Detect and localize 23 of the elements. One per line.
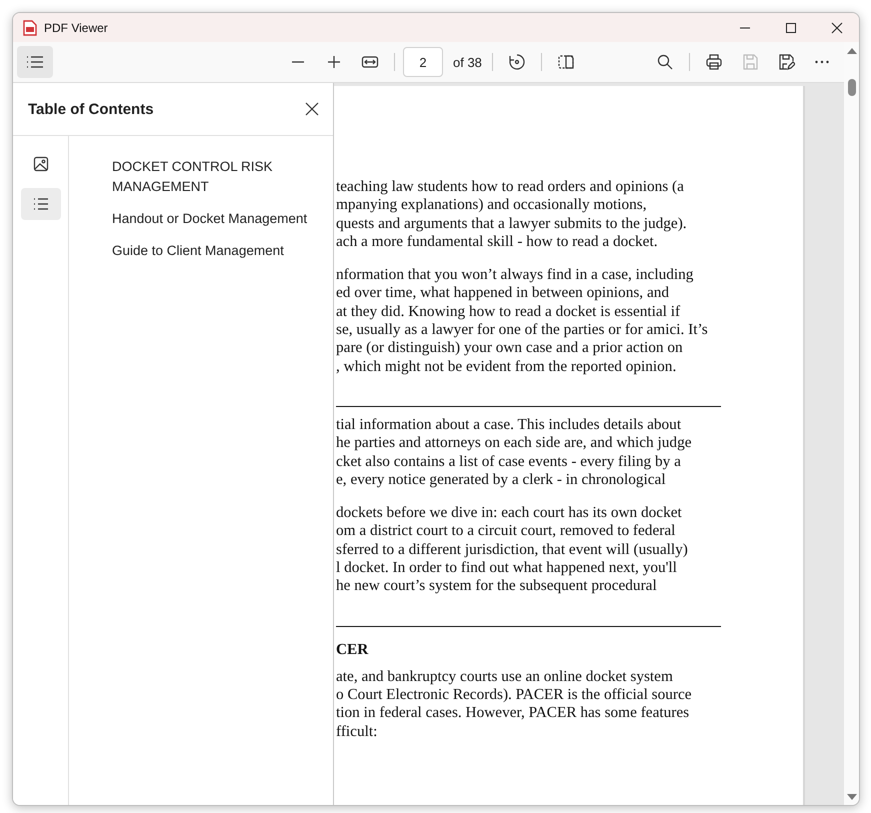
close-icon[interactable] [305, 102, 319, 116]
maximize-icon[interactable] [785, 22, 797, 34]
pdf-file-icon [23, 20, 37, 36]
scrollbar[interactable] [844, 42, 859, 805]
document-paragraph: nformation that you won’t always find in a case, including ed over time, what happened in between opinions, and at they did. Knowing how to read a docket is essential if se, usually as a lawyer for one of the parties or for amici. It’s pare (or distinguish) your own case and a prior action on , which might not be evident from the reported opinion. [336, 266, 709, 376]
scroll-up-icon[interactable] [846, 47, 856, 54]
toc-item[interactable]: Handout or Docket Management [112, 209, 313, 229]
window-title: PDF Viewer [44, 20, 108, 34]
close-icon[interactable] [831, 22, 843, 34]
scroll-down-icon[interactable] [846, 794, 856, 801]
document-paragraph: teaching law students how to read orders and opinions (a mpanying explanations) and occasionally motions, quests and arguments that a lawyer submits to the judge). ach a more fundamental skill - how to read a docket. [336, 178, 688, 252]
scrollbar-thumb[interactable] [848, 79, 856, 96]
list-icon[interactable] [20, 188, 60, 220]
document-paragraph: ate, and bankruptcy courts use an online docket system o Court Electronic Records). PACER is the official source tion in federal cases. However, PACER has some features fficult: [336, 668, 693, 741]
section-heading: CER [336, 640, 370, 659]
page-number-field[interactable]: 2 [403, 47, 443, 77]
document-paragraph: dockets before we dive in: each court has its own docket om a district court to a circuit court, removed to federal sferred to a different jurisdiction, that event will (usually) l docket. In order to find out what happened next, you'll he new court’s system for the subsequent procedural [336, 504, 689, 596]
page-count: of 38 [453, 54, 482, 70]
toc-item[interactable]: Guide to Client Management [112, 241, 313, 261]
document-paragraph: tial information about a case. This includes details about he parties and attorneys on each side are, and which judge cket also contains a list of case events - every filing by a e, every notice generated by a clerk - in chronological [336, 416, 693, 490]
toc-item[interactable]: DOCKET CONTROL RISK MANAGEMENT [112, 157, 313, 197]
panel-title: Table of Contents [28, 100, 154, 118]
list-icon[interactable] [17, 46, 53, 78]
